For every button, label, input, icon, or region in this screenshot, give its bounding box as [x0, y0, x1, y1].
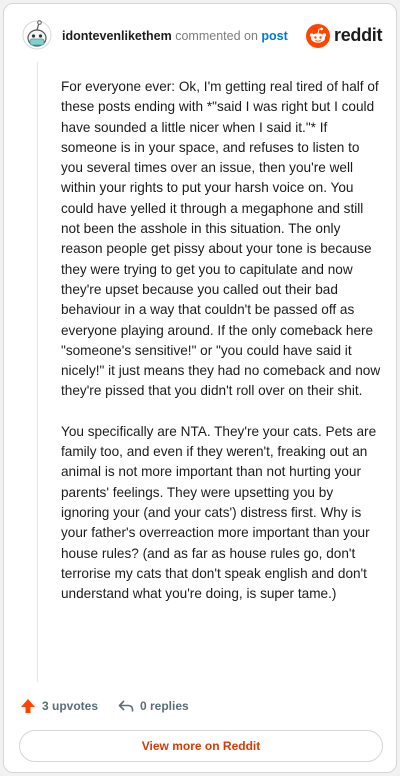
reply-count: 0 replies: [140, 699, 189, 713]
upvote-button[interactable]: 3 upvotes: [20, 698, 98, 714]
upvote-arrow-icon: [21, 699, 35, 713]
reply-arrow-icon: [118, 700, 134, 712]
username-link[interactable]: idontevenlikethem: [62, 29, 172, 43]
comment-paragraph: You specifically are NTA. They're your c…: [61, 423, 377, 602]
comment-header: idontevenlikethem commented on post redd…: [18, 18, 383, 58]
thread-line: [37, 62, 38, 682]
upvote-count: 3 upvotes: [42, 699, 99, 713]
view-more-button[interactable]: View more on Reddit: [19, 730, 383, 762]
reply-button[interactable]: 0 replies: [118, 698, 189, 714]
action-text: commented on: [175, 29, 258, 43]
reddit-logo-icon: [306, 24, 330, 48]
comment-paragraph: For everyone ever: Ok, I'm getting real …: [61, 79, 381, 399]
embedded-comment-card: idontevenlikethem commented on post redd…: [3, 3, 397, 773]
post-link[interactable]: post: [261, 29, 287, 43]
comment-meta: idontevenlikethem commented on post: [62, 29, 288, 43]
comment-body: For everyone ever: Ok, I'm getting real …: [61, 77, 381, 624]
reddit-logo[interactable]: reddit: [306, 22, 383, 50]
reddit-wordmark: reddit: [334, 25, 383, 45]
avatar[interactable]: [22, 18, 52, 52]
